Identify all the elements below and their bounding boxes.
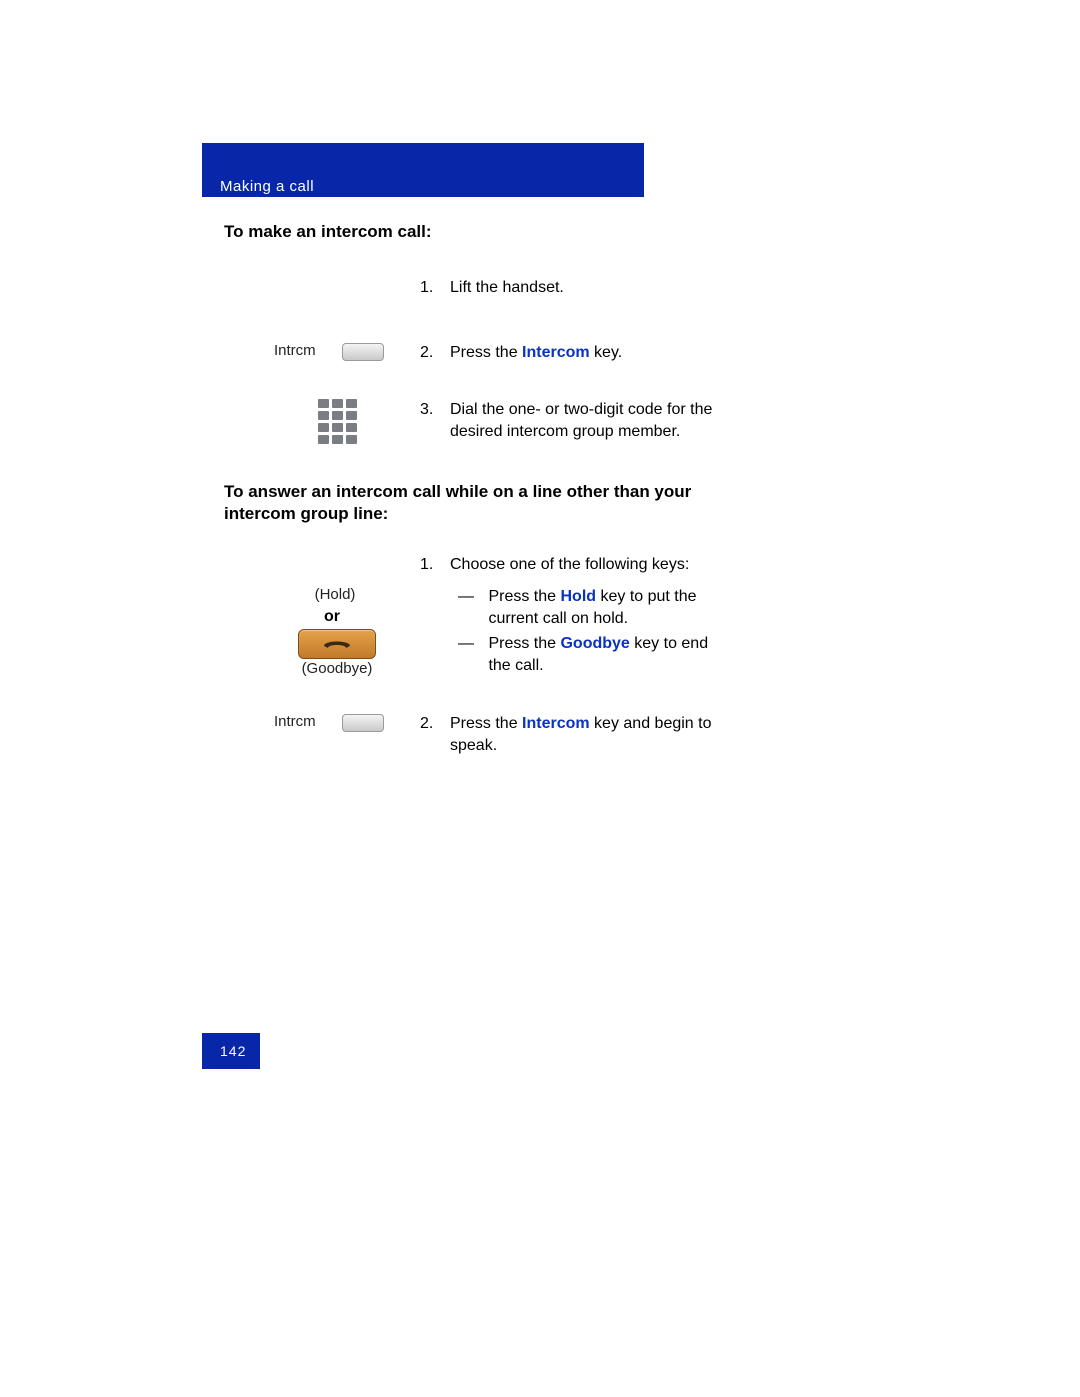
dash-icon: — (450, 586, 484, 608)
step-2-2: 2. Press the Intercom key and begin to s… (420, 713, 730, 756)
step-1-1: 1.Lift the handset. (420, 277, 740, 299)
intercom-key-label: Intrcm (274, 342, 334, 359)
section1-title: To make an intercom call: (224, 222, 432, 242)
hold-label: (Hold) (290, 586, 380, 603)
section-header: Making a call (220, 178, 314, 195)
bullet-text-pre: Press the (488, 588, 560, 605)
section2-title: To answer an intercom call while on a li… (224, 481, 724, 525)
step-text: Lift the handset. (450, 279, 564, 296)
step-number: 1. (420, 277, 450, 299)
step-number: 1. (420, 554, 450, 576)
goodbye-button-icon (298, 629, 376, 659)
step-2-1: 1.Choose one of the following keys: (420, 554, 740, 576)
dialpad-icon (318, 399, 357, 444)
or-label: or (324, 608, 340, 626)
intercom-key-label: Intrcm (274, 713, 334, 730)
bullet-goodbye: — Press the Goodbye key to end the call. (450, 633, 740, 676)
step-number: 2. (420, 342, 450, 364)
dash-icon: — (450, 633, 484, 655)
step-text-pre: Press the (450, 344, 522, 361)
step-number: 2. (420, 713, 450, 735)
step-text: Dial the one- or two-digit code for the … (450, 399, 730, 442)
hold-keyword: Hold (560, 588, 596, 605)
page-number: 142 (220, 1043, 246, 1059)
document-page: Making a call To make an intercom call: … (0, 0, 1080, 1397)
step-text-pre: Press the (450, 715, 522, 732)
step-text: Choose one of the following keys: (450, 556, 689, 573)
bullet-text-pre: Press the (488, 635, 560, 652)
goodbye-keyword: Goodbye (560, 635, 629, 652)
softkey-icon (342, 343, 384, 361)
softkey-icon (342, 714, 384, 732)
bullet-hold: — Press the Hold key to put the current … (450, 586, 740, 629)
step-1-2: 2.Press the Intercom key. (420, 342, 740, 364)
intercom-keyword: Intercom (522, 715, 590, 732)
step-number: 3. (420, 399, 450, 421)
step-text-post: key. (590, 344, 623, 361)
step-1-3: 3. Dial the one- or two-digit code for t… (420, 399, 730, 442)
intercom-keyword: Intercom (522, 344, 590, 361)
goodbye-label: (Goodbye) (282, 660, 392, 677)
